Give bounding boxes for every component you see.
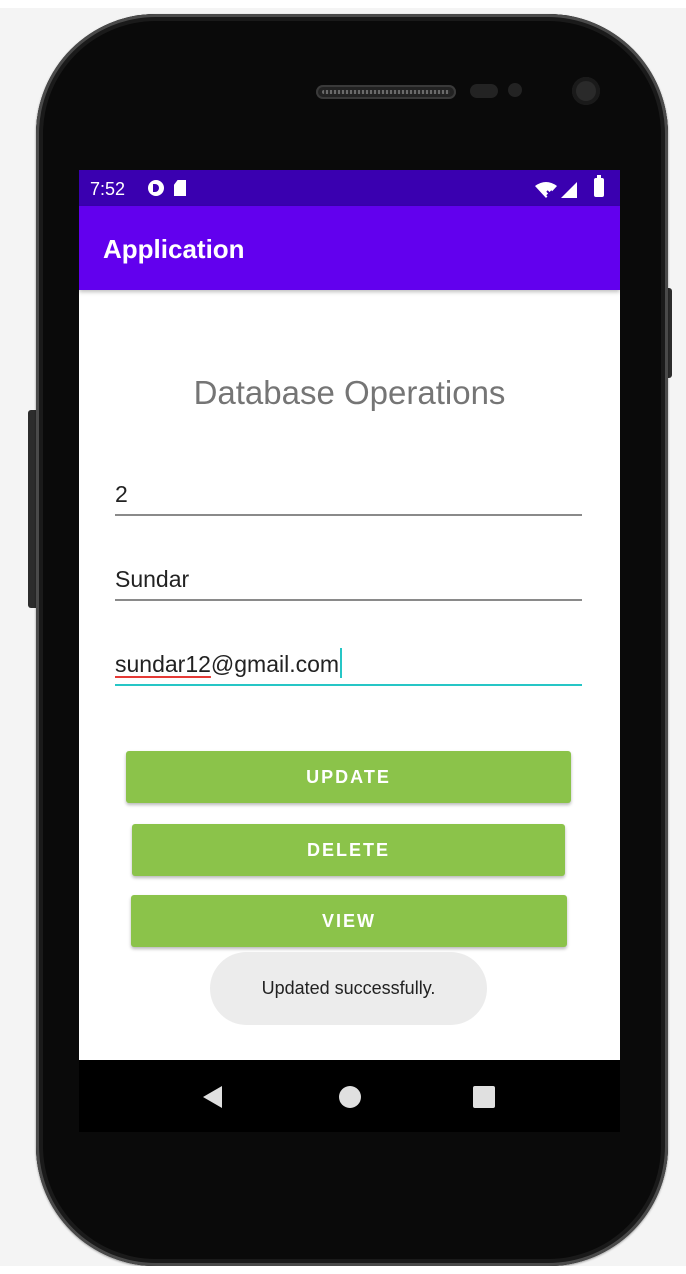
wifi-icon	[535, 182, 557, 198]
proximity-sensor	[470, 84, 498, 98]
battery-icon	[594, 175, 604, 197]
misspelled-word: sundar12	[115, 651, 211, 677]
signal-icon	[561, 182, 577, 198]
back-icon[interactable]	[203, 1086, 222, 1108]
navigation-bar	[79, 1060, 620, 1132]
name-field-underline	[115, 599, 582, 601]
text-cursor	[340, 648, 343, 678]
front-camera	[572, 77, 600, 105]
earpiece-speaker	[316, 85, 456, 99]
update-button[interactable]: UPDATE	[126, 751, 571, 803]
app-title: Application	[103, 234, 245, 264]
device-screen: 7:52 Application Database Operations 2 S…	[79, 170, 620, 1132]
email-field[interactable]: sundar12@gmail.com	[115, 642, 582, 686]
view-button[interactable]: VIEW	[131, 895, 567, 947]
id-field[interactable]: 2	[115, 472, 582, 516]
id-field-value: 2	[115, 481, 128, 507]
recents-icon[interactable]	[473, 1086, 495, 1108]
volume-button[interactable]	[28, 410, 36, 608]
name-field[interactable]: Sundar	[115, 557, 582, 601]
page-heading: Database Operations	[193, 374, 506, 411]
window-top-border	[0, 0, 686, 8]
email-field-value: sundar12@gmail.com	[115, 648, 343, 678]
app-bar: Application	[79, 206, 620, 290]
name-field-value: Sundar	[115, 566, 190, 592]
email-domain-text: @gmail.com	[210, 651, 340, 677]
status-bar: 7:52	[79, 170, 620, 206]
app-notification-icon	[148, 180, 164, 196]
id-field-underline	[115, 514, 582, 516]
toast-message: Updated successfully.	[210, 952, 487, 1025]
delete-button[interactable]: DELETE	[132, 824, 565, 876]
window-bottom-border	[0, 1266, 686, 1274]
light-sensor	[508, 83, 522, 97]
home-icon[interactable]	[339, 1086, 361, 1108]
status-time: 7:52	[90, 179, 126, 199]
sd-card-icon	[174, 180, 186, 196]
email-field-underline	[115, 684, 582, 686]
